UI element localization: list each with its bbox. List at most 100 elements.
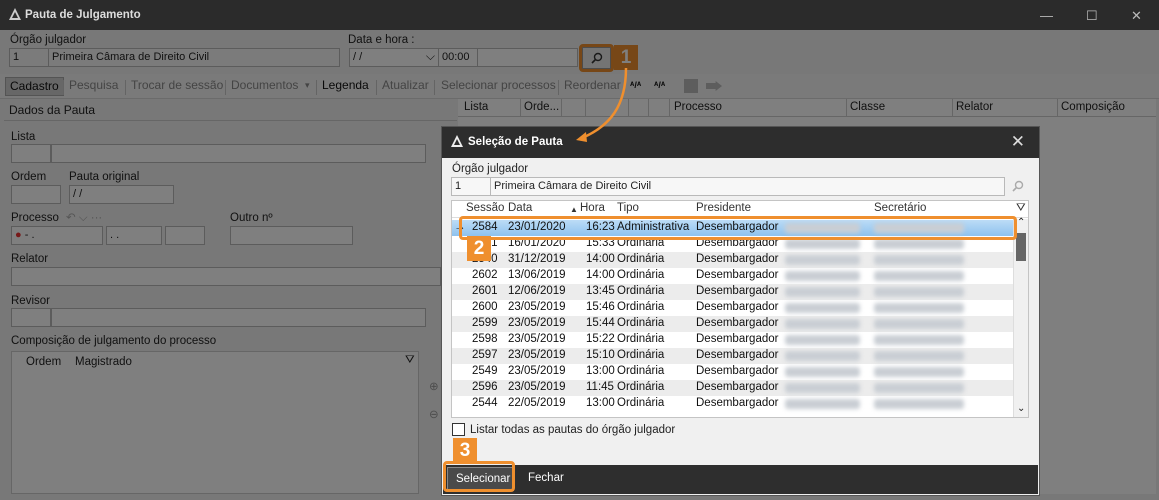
cell-hora: 13:00 [586, 397, 615, 409]
cell-data: 23/05/2019 [508, 317, 566, 329]
highlight-selecionar [443, 461, 515, 492]
redacted-name [874, 271, 964, 281]
dialog-title-bar: Seleção de Pauta ✕ [442, 127, 1039, 158]
maximize-icon[interactable]: ☐ [1086, 8, 1098, 24]
listar-todas-label: Listar todas as pautas do órgão julgador [470, 424, 676, 436]
cell-presidente: Desembargador [696, 285, 779, 297]
redacted-name [874, 287, 964, 297]
cell-tipo: Ordinária [617, 269, 665, 281]
sort-up-icon: ▲ [570, 205, 578, 214]
cell-tipo: Ordinária [617, 333, 665, 345]
table-row[interactable]: 2600 23/05/2019 15:46 Ordinária Desembargado… [452, 300, 1014, 316]
redacted-name [874, 383, 964, 393]
cell-data: 23/05/2019 [508, 365, 566, 377]
col-data[interactable]: Data [508, 202, 532, 214]
cell-tipo: Ordinária [617, 301, 665, 313]
cell-presidente: Desembargador [696, 349, 779, 361]
redacted-name [785, 319, 860, 329]
cell-data: 31/12/2019 [508, 253, 566, 265]
cell-tipo: Ordinária [617, 365, 665, 377]
table-row[interactable]: 2549 23/05/2019 13:00 Ordinária Desembargado… [452, 364, 1014, 380]
cell-sessao: 2598 [472, 333, 498, 345]
redacted-name [785, 367, 860, 377]
col-sessao[interactable]: Sessão [466, 202, 504, 214]
search-icon[interactable] [1012, 180, 1024, 192]
redacted-name [785, 287, 860, 297]
redacted-name [785, 255, 860, 265]
dialog-title: Seleção de Pauta [468, 136, 563, 148]
col-presidente[interactable]: Presidente [696, 202, 751, 214]
cell-tipo: Ordinária [617, 397, 665, 409]
table-row[interactable]: 2597 23/05/2019 15:10 Ordinária Desembargado… [452, 348, 1014, 364]
fechar-button[interactable]: Fechar [528, 472, 564, 484]
redacted-name [874, 399, 964, 409]
app-logo-icon [9, 8, 21, 20]
cell-hora: 14:00 [586, 269, 615, 281]
table-row[interactable]: 2544 22/05/2019 13:00 Ordinária Desembargado… [452, 396, 1014, 412]
scroll-down-icon[interactable]: ⌄ [1017, 403, 1025, 414]
app-logo-icon [451, 135, 463, 147]
dialog-orgao-name[interactable]: Primeira Câmara de Direito Civil [490, 177, 1005, 196]
cell-data: 23/05/2019 [508, 301, 566, 313]
cell-tipo: Ordinária [617, 285, 665, 297]
cell-sessao: 2601 [472, 285, 498, 297]
filter-icon[interactable]: ⛛ [1016, 202, 1026, 215]
redacted-name [874, 335, 964, 345]
close-icon[interactable]: ✕ [1131, 8, 1142, 24]
listar-todas-checkbox[interactable] [452, 423, 465, 436]
cell-presidente: Desembargador [696, 397, 779, 409]
callout-3: 3 [453, 438, 477, 463]
table-row[interactable]: 2596 23/05/2019 11:45 Ordinária Desembargado… [452, 380, 1014, 396]
selecao-pauta-dialog: Seleção de Pauta ✕ Órgão julgador 1 Prim… [441, 126, 1040, 496]
cell-hora: 15:22 [586, 333, 615, 345]
redacted-name [785, 383, 860, 393]
dialog-orgao-code[interactable]: 1 [451, 177, 491, 196]
col-secretario[interactable]: Secretário [874, 202, 926, 214]
cell-hora: 13:00 [586, 365, 615, 377]
redacted-name [785, 239, 860, 249]
cell-sessao: 2549 [472, 365, 498, 377]
minimize-icon[interactable]: — [1040, 8, 1053, 23]
col-tipo[interactable]: Tipo [617, 202, 639, 214]
window-title: Pauta de Julgamento [25, 9, 141, 21]
scroll-thumb[interactable] [1016, 233, 1026, 261]
cell-data: 23/05/2019 [508, 333, 566, 345]
title-bar: Pauta de Julgamento — ☐ ✕ [0, 0, 1159, 30]
cell-presidente: Desembargador [696, 381, 779, 393]
cell-hora: 14:00 [586, 253, 615, 265]
cell-presidente: Desembargador [696, 253, 779, 265]
redacted-name [874, 367, 964, 377]
cell-sessao: 2600 [472, 301, 498, 313]
cell-sessao: 2596 [472, 381, 498, 393]
close-icon[interactable]: ✕ [1011, 132, 1025, 152]
table-row[interactable]: 2602 13/06/2019 14:00 Ordinária Desembargado… [452, 268, 1014, 284]
highlight-row [459, 216, 1017, 240]
cell-tipo: Ordinária [617, 349, 665, 361]
cell-presidente: Desembargador [696, 333, 779, 345]
cell-data: 12/06/2019 [508, 285, 566, 297]
arrow-icon [576, 67, 628, 142]
scroll-up-icon[interactable]: ⌃ [1017, 217, 1025, 228]
cell-data: 22/05/2019 [508, 397, 566, 409]
redacted-name [785, 303, 860, 313]
table-row[interactable]: 2598 23/05/2019 15:22 Ordinária Desembargado… [452, 332, 1014, 348]
cell-sessao: 2544 [472, 397, 498, 409]
table-row[interactable]: 2599 23/05/2019 15:44 Ordinária Desembargado… [452, 316, 1014, 332]
redacted-name [874, 239, 964, 249]
cell-hora: 11:45 [586, 381, 614, 393]
table-row[interactable]: 254031/12/201914:00OrdináriaDesembargado… [452, 252, 1014, 268]
cell-hora: 15:44 [586, 317, 615, 329]
cell-tipo: Ordinária [617, 253, 665, 265]
col-hora[interactable]: Hora [580, 202, 605, 214]
scrollbar[interactable]: ⌃ ⌄ [1013, 217, 1028, 417]
cell-hora: 15:10 [586, 349, 615, 361]
cell-sessao: 2602 [472, 269, 498, 281]
cell-presidente: Desembargador [696, 269, 779, 281]
cell-data: 13/06/2019 [508, 269, 566, 281]
table-row[interactable]: 2601 12/06/2019 13:45 Ordinária Desembargado… [452, 284, 1014, 300]
redacted-name [874, 319, 964, 329]
redacted-name [785, 335, 860, 345]
dialog-orgao-label: Órgão julgador [452, 163, 529, 175]
cell-tipo: Ordinária [617, 317, 665, 329]
cell-hora: 15:46 [586, 301, 615, 313]
